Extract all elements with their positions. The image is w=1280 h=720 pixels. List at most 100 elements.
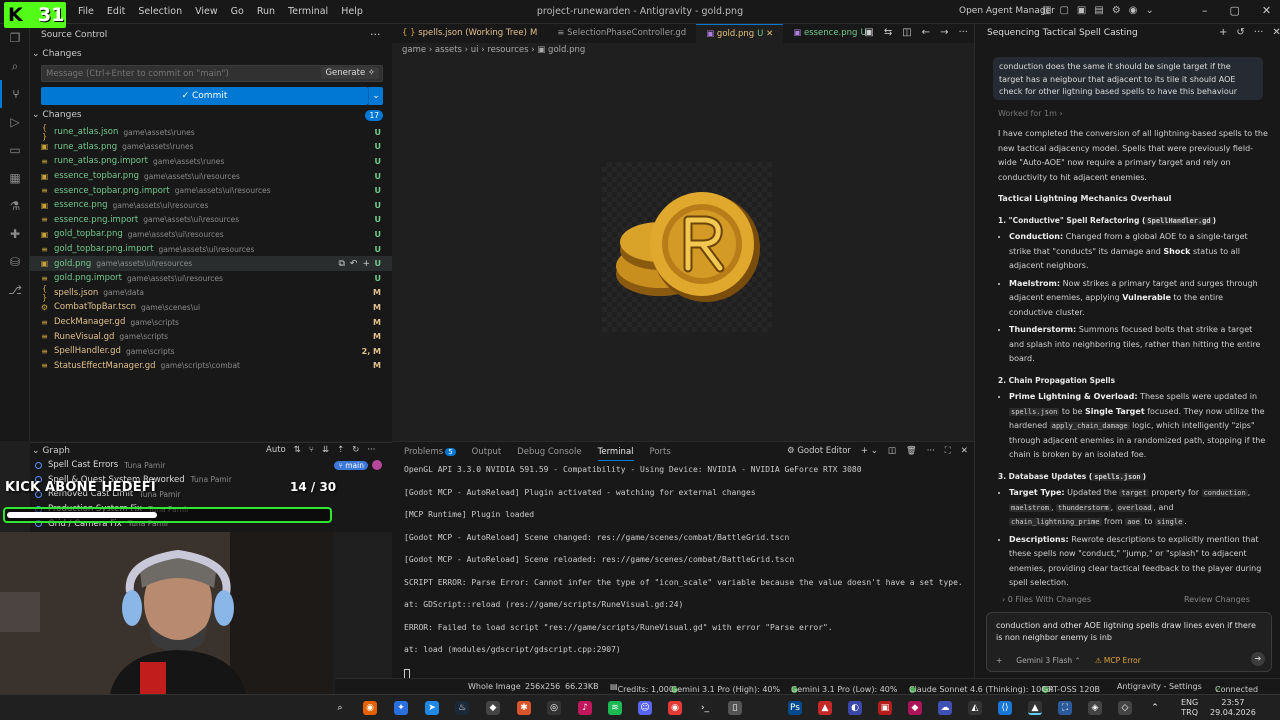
chrome-icon[interactable]: ◉ [668,701,682,715]
changes-group[interactable]: ⌄ Changes 17 [32,110,392,121]
app-icon[interactable]: ♪ [578,701,592,715]
tab-gold-png[interactable]: ▣ gold.png U ✕ [696,24,784,43]
app-icon[interactable]: ✱ [517,701,531,715]
push-icon[interactable]: ⇡ [337,445,344,455]
changed-file-row[interactable]: ≡ DeckManager.gd game\scripts M [30,315,392,330]
worked-for-label[interactable]: Worked for 1m › [998,109,1063,118]
run-debug-icon[interactable]: ▷ [0,108,30,136]
close-icon[interactable]: ✕ [1262,4,1271,17]
status-settings[interactable]: Antigravity - Settings [1117,682,1202,691]
puzzle-icon[interactable]: ✚ [0,220,30,248]
app-icon[interactable]: ⛶ [1058,701,1072,715]
account-icon[interactable]: ◉ [1129,5,1138,16]
extensions-icon[interactable]: ▦ [0,164,30,192]
changed-file-row[interactable]: { } rune_atlas.json game\assets\runes U [30,123,392,141]
menu-run[interactable]: Run [257,6,275,17]
review-changes-button[interactable]: Review Changes [1184,595,1250,604]
open-changes-icon[interactable]: ⇆ [884,27,892,38]
close-panel-icon[interactable]: ✕ [961,446,968,456]
source-control-icon[interactable]: ⑂ [0,80,30,108]
app-icon[interactable]: ✦ [394,701,408,715]
changed-file-row[interactable]: ≡ RuneVisual.gd game\scripts M [30,329,392,344]
app-icon[interactable]: ◆ [908,701,922,715]
epic-icon[interactable]: ◆ [486,701,500,715]
app-icon[interactable]: ◈ [1088,701,1102,715]
editor-more-icon[interactable]: ··· [958,27,968,38]
tab-selection-phase-controller[interactable]: ≡ SelectionPhaseController.gd [547,24,696,43]
changed-file-row[interactable]: ▣ essence.png game\assets\ui\resources U [30,198,392,213]
app-icon[interactable]: ◇ [1118,701,1132,715]
search-icon[interactable]: ⌕ [0,52,30,80]
tab-debug-console[interactable]: Debug Console [517,447,581,461]
obs-icon[interactable]: ◎ [547,701,561,715]
chevron-down-icon[interactable]: ⌄ [1146,5,1154,16]
antigravity-icon[interactable]: ▲ [1028,701,1042,715]
history-icon[interactable]: ↺ [1236,27,1244,38]
app-icon[interactable]: ▯ [728,701,742,715]
app-icon[interactable]: ◐ [848,701,862,715]
changed-file-row[interactable]: ≡ SpellHandler.gd game\scripts 2, M [30,344,392,359]
changed-file-row[interactable]: ▣ rune_atlas.png game\assets\runes U [30,140,392,155]
add-context-icon[interactable]: + [996,656,1002,665]
commit-button[interactable]: ✓ Commit [41,87,368,105]
changed-file-row[interactable]: ⚙ CombatTopBar.tscn game\scenes\ui M [30,300,392,315]
fetch-icon[interactable]: ⇅ [294,445,301,455]
menu-terminal[interactable]: Terminal [288,6,328,17]
terminal-icon[interactable]: ›_ [698,701,712,715]
layout-split-icon[interactable]: ◫ [902,27,911,38]
menu-file[interactable]: File [78,6,94,17]
testing-icon[interactable]: ⚗ [0,192,30,220]
changed-file-row[interactable]: ▣ gold.png game\assets\ui\resources ⧉ ↶ + U [30,256,392,271]
secondary-sidebar-icon[interactable]: ▤ [1094,5,1103,16]
telegram-icon[interactable]: ➤ [425,701,439,715]
spotify-icon[interactable]: ≋ [608,701,622,715]
stage-icon[interactable]: + [362,259,370,269]
new-terminal-icon[interactable]: + ⌄ [861,446,878,456]
remote-icon[interactable]: ▭ [0,136,30,164]
tab-essence-png[interactable]: ▣ essence.png U [783,24,876,43]
godot-editor-terminal[interactable]: ⚙ Godot Editor [787,446,851,456]
terminal-output[interactable]: OpenGL API 3.3.0 NVIDIA 591.59 - Compati… [404,464,969,667]
git-graph-icon[interactable]: ⎇ [0,276,30,304]
vscode-icon[interactable]: ⟨⟩ [998,701,1012,715]
open-agent-manager-button[interactable]: Open Agent Manager [959,6,1055,16]
firefox-icon[interactable]: ◉ [363,701,377,715]
changed-file-row[interactable]: ≡ StatusEffectManager.gd game\scripts\comb… [30,359,392,374]
status-whole-image[interactable]: Whole Image [468,682,521,691]
merge-icon[interactable]: ⇊ [322,445,329,455]
commit-dropdown-icon[interactable]: ⌄ [368,87,383,105]
changed-file-row[interactable]: ▣ gold_topbar.png game\assets\ui\resources… [30,227,392,242]
graph-title[interactable]: ⌄ Graph [32,446,70,456]
changed-file-row[interactable]: ▣ essence_topbar.png game\assets\ui\resour… [30,169,392,184]
tab-terminal[interactable]: Terminal [597,447,634,461]
tab-output[interactable]: Output [472,447,502,461]
sidebar-toggle-icon[interactable]: ▢ [1059,5,1068,16]
maximize-icon[interactable]: ▢ [1230,4,1240,17]
panel-toggle-icon[interactable]: ▣ [1077,5,1086,16]
input-language[interactable]: ENG TRQ [1181,698,1198,718]
changed-file-row[interactable]: { } spells.json game\data M [30,284,392,302]
tab-spells-json[interactable]: { } spells.json (Working Tree) M [392,24,547,43]
split-editor-icon[interactable]: ▣ [864,27,873,38]
open-file-icon[interactable]: ⧉ [338,259,344,269]
discord-icon[interactable]: ☺ [638,701,652,715]
settings-gear-icon[interactable]: ⚙ [1112,5,1121,16]
app-icon[interactable]: ▣ [878,701,892,715]
menu-help[interactable]: Help [341,6,363,17]
mcp-error-badge[interactable]: ⚠ MCP Error [1095,656,1141,665]
status-credits[interactable]: ▤ Credits: 1,000 [610,682,674,694]
explorer-icon[interactable]: ❐ [0,24,30,52]
tab-close-icon[interactable]: ✕ [766,29,773,39]
chat-close-icon[interactable]: ✕ [1272,27,1280,38]
chat-more-icon[interactable]: ··· [1254,27,1264,38]
app-icon[interactable]: ▲ [818,701,832,715]
menu-view[interactable]: View [195,6,218,17]
steam-icon[interactable]: ♨ [455,701,469,715]
trash-icon[interactable]: 🗑 [906,446,917,456]
generate-button[interactable]: Generate ✧ [321,67,379,79]
back-icon[interactable]: ← [922,27,930,38]
unity-icon[interactable]: ◭ [968,701,982,715]
system-clock[interactable]: 23:57 29.04.2026 [1210,698,1256,718]
changed-file-row[interactable]: ≡ rune_atlas.png.import game\assets\runes U [30,154,392,169]
files-changes-toggle[interactable]: › 0 Files With Changes [1002,595,1091,604]
